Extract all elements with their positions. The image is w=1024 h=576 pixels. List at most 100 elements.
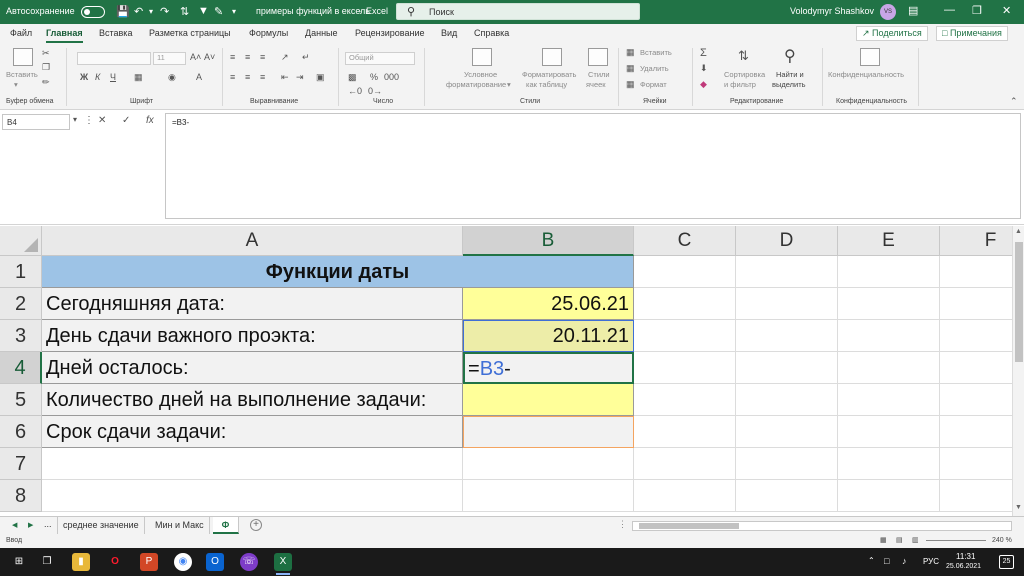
cell-a6[interactable]: Срок сдачи задачи: bbox=[42, 416, 463, 448]
cell-a7[interactable] bbox=[42, 448, 463, 480]
zoom-level[interactable]: 240 % bbox=[992, 537, 1012, 544]
add-sheet-button[interactable]: + bbox=[250, 519, 262, 531]
comma-style-icon[interactable]: 000 bbox=[384, 72, 399, 82]
cell-d2[interactable] bbox=[736, 288, 838, 320]
cell-d8[interactable] bbox=[736, 480, 838, 512]
redo-icon[interactable]: ↷ bbox=[160, 5, 169, 18]
column-header-c[interactable]: C bbox=[634, 226, 736, 256]
sheet-tab-f[interactable]: Ф bbox=[213, 517, 239, 534]
comments-button[interactable]: □ Примечания bbox=[936, 26, 1008, 41]
tray-overflow-icon[interactable]: ⌃ bbox=[868, 556, 875, 565]
cell-d6[interactable] bbox=[736, 416, 838, 448]
number-format-combo[interactable]: Общий bbox=[345, 52, 415, 65]
select-all-button[interactable] bbox=[0, 226, 42, 256]
cond-format-label-2[interactable]: форматирование bbox=[446, 80, 506, 89]
currency-icon[interactable]: ▩ bbox=[348, 72, 357, 83]
decrease-decimal-icon[interactable]: 0→ bbox=[368, 86, 382, 96]
cell-c1[interactable] bbox=[634, 256, 736, 288]
sort-filter-label-2[interactable]: и фильтр bbox=[724, 80, 756, 89]
cell-c8[interactable] bbox=[634, 480, 736, 512]
sort-filter-label-1[interactable]: Сортировка bbox=[724, 70, 765, 79]
sheet-tab-average[interactable]: среднее значение bbox=[57, 517, 145, 534]
row-header-8[interactable]: 8 bbox=[0, 480, 42, 512]
powerpoint-icon[interactable]: P bbox=[140, 553, 158, 571]
tab-view[interactable]: Вид bbox=[441, 28, 457, 38]
font-size-combo[interactable]: 11 bbox=[153, 52, 186, 65]
column-header-a[interactable]: A bbox=[42, 226, 463, 256]
clear-icon[interactable]: ◆ bbox=[700, 79, 707, 90]
copy-icon[interactable]: ❐ bbox=[42, 62, 50, 73]
scroll-down-icon[interactable]: ▼ bbox=[1015, 504, 1022, 511]
cancel-icon[interactable]: ✕ bbox=[98, 115, 106, 126]
cell-c7[interactable] bbox=[634, 448, 736, 480]
delete-cells-icon[interactable]: ▦ bbox=[626, 63, 635, 74]
undo-dropdown-icon[interactable]: ▾ bbox=[149, 7, 153, 16]
cell-a4[interactable]: Дней осталось: bbox=[42, 352, 463, 384]
cell-f8[interactable] bbox=[940, 480, 1012, 512]
tab-insert[interactable]: Вставка bbox=[99, 28, 132, 38]
zoom-slider[interactable] bbox=[926, 540, 986, 541]
row-header-2[interactable]: 2 bbox=[0, 288, 42, 320]
sort-icon[interactable]: ⇅ bbox=[180, 5, 189, 18]
vertical-scrollbar[interactable]: ▲ ▼ bbox=[1012, 226, 1024, 516]
clock-date[interactable]: 25.06.2021 bbox=[946, 563, 981, 570]
decrease-indent-icon[interactable]: ⇤ bbox=[281, 72, 289, 83]
windows-start-icon[interactable]: ⊞ bbox=[10, 553, 28, 571]
format-cells-icon[interactable]: ▦ bbox=[626, 79, 635, 90]
cell-b2[interactable]: 25.06.21 bbox=[463, 288, 634, 320]
cut-icon[interactable]: ✂ bbox=[42, 48, 50, 59]
next-sheet-icon[interactable]: ▶ bbox=[28, 521, 33, 529]
network-icon[interactable]: □ bbox=[884, 556, 889, 566]
tab-splitter-icon[interactable]: ⋮ bbox=[618, 519, 627, 530]
font-color-icon[interactable]: A bbox=[196, 72, 202, 82]
enter-icon[interactable]: ✓ bbox=[122, 115, 130, 126]
cell-f2[interactable] bbox=[940, 288, 1012, 320]
tab-formulas[interactable]: Формулы bbox=[249, 28, 288, 38]
minimize-icon[interactable]: — bbox=[944, 4, 955, 16]
task-view-icon[interactable]: ❐ bbox=[38, 553, 56, 571]
row-header-1[interactable]: 1 bbox=[0, 256, 42, 288]
cell-e4[interactable] bbox=[838, 352, 940, 384]
volume-icon[interactable]: ♪ bbox=[902, 556, 907, 566]
cell-a2[interactable]: Сегодняшняя дата: bbox=[42, 288, 463, 320]
paint-icon[interactable]: ✎ bbox=[214, 5, 223, 18]
notification-badge[interactable]: 25 bbox=[999, 555, 1014, 569]
cell-a5[interactable]: Количество дней на выполнение задачи: bbox=[42, 384, 463, 416]
horizontal-scroll-thumb[interactable] bbox=[639, 523, 739, 529]
scroll-up-icon[interactable]: ▲ bbox=[1015, 228, 1022, 235]
cell-b6[interactable] bbox=[463, 416, 634, 448]
align-bottom-icon[interactable]: ≡ bbox=[260, 52, 265, 62]
row-header-5[interactable]: 5 bbox=[0, 384, 42, 416]
find-select-icon[interactable]: ⚲ bbox=[784, 46, 796, 66]
customize-quick-access-icon[interactable]: ▾ bbox=[232, 7, 236, 16]
search-box[interactable]: ⚲ Поиск bbox=[396, 3, 640, 20]
column-header-e[interactable]: E bbox=[838, 226, 940, 256]
align-middle-icon[interactable]: ≡ bbox=[245, 52, 250, 62]
cell-e5[interactable] bbox=[838, 384, 940, 416]
chrome-icon[interactable]: ◉ bbox=[174, 553, 192, 571]
user-name[interactable]: Volodymyr Shashkov bbox=[790, 6, 874, 16]
cell-d3[interactable] bbox=[736, 320, 838, 352]
opera-icon[interactable]: O bbox=[106, 553, 124, 571]
font-name-combo[interactable] bbox=[77, 52, 151, 65]
fill-icon[interactable]: ⬇ bbox=[700, 63, 708, 74]
shrink-font-icon[interactable]: A˅ bbox=[204, 52, 215, 62]
more-sheets[interactable]: ... bbox=[44, 519, 52, 529]
format-as-table-icon[interactable] bbox=[542, 48, 562, 66]
cell-c6[interactable] bbox=[634, 416, 736, 448]
wrap-text-icon[interactable]: ↵ bbox=[302, 52, 310, 63]
column-header-b[interactable]: B bbox=[463, 226, 634, 256]
file-explorer-icon[interactable]: ▮ bbox=[72, 553, 90, 571]
row-header-6[interactable]: 6 bbox=[0, 416, 42, 448]
column-header-d[interactable]: D bbox=[736, 226, 838, 256]
cell-c5[interactable] bbox=[634, 384, 736, 416]
cell-c3[interactable] bbox=[634, 320, 736, 352]
tab-review[interactable]: Рецензирование bbox=[355, 28, 425, 38]
cell-f4[interactable] bbox=[940, 352, 1012, 384]
cell-d5[interactable] bbox=[736, 384, 838, 416]
vertical-scroll-thumb[interactable] bbox=[1015, 242, 1023, 362]
horizontal-scrollbar[interactable] bbox=[632, 521, 1012, 531]
cell-c2[interactable] bbox=[634, 288, 736, 320]
grow-font-icon[interactable]: A˄ bbox=[190, 52, 201, 62]
format-table-label-2[interactable]: как таблицу bbox=[526, 80, 567, 89]
